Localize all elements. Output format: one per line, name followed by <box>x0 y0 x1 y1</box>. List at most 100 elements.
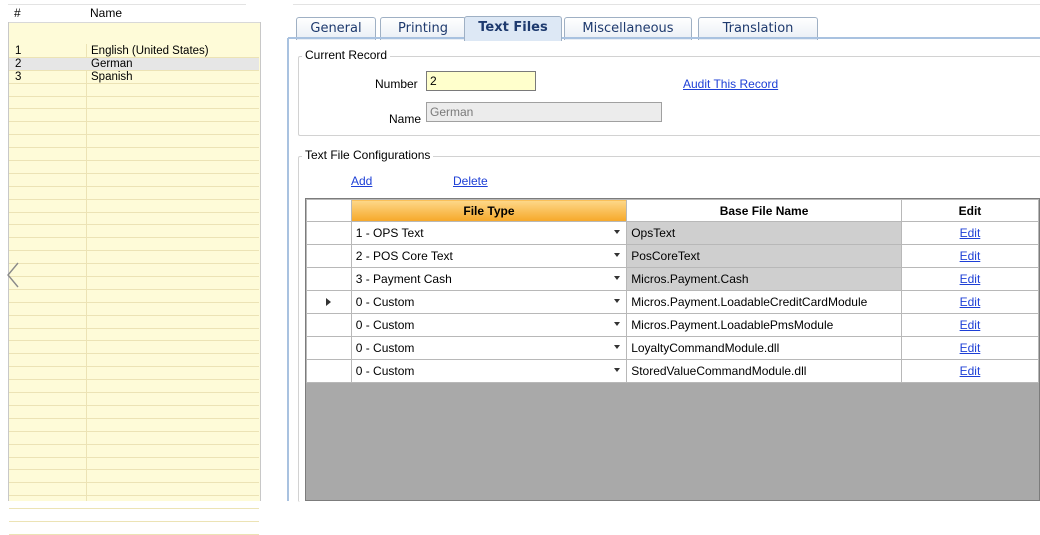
edit-link[interactable]: Edit <box>960 318 981 332</box>
base-file-name-cell[interactable]: Micros.Payment.Cash <box>626 267 902 291</box>
edit-link[interactable]: Edit <box>960 295 981 309</box>
dropdown-arrow-icon[interactable] <box>614 299 621 303</box>
file-type-dropdown[interactable]: 0 - Custom <box>350 336 628 360</box>
list-item[interactable] <box>9 109 259 123</box>
file-type-dropdown[interactable]: 0 - Custom <box>350 313 628 337</box>
file-type-dropdown[interactable]: 0 - Custom <box>350 359 628 383</box>
list-item[interactable] <box>9 496 259 510</box>
list-item[interactable] <box>9 470 259 484</box>
row-selector[interactable] <box>306 221 352 245</box>
file-type-dropdown[interactable]: 3 - Payment Cash <box>350 267 628 291</box>
list-item[interactable] <box>9 522 259 535</box>
dropdown-arrow-icon[interactable] <box>614 345 621 349</box>
number-field[interactable]: 2 <box>426 71 536 91</box>
list-item[interactable] <box>9 458 259 471</box>
base-file-name-cell[interactable]: OpsText <box>626 221 902 245</box>
edit-link[interactable]: Edit <box>960 341 981 355</box>
list-item[interactable] <box>9 367 259 381</box>
list-item[interactable] <box>9 329 259 342</box>
list-item[interactable]: 1 English (United States) <box>9 45 259 58</box>
row-selector[interactable] <box>306 359 352 383</box>
list-item[interactable] <box>9 213 259 226</box>
delete-link[interactable]: Delete <box>453 174 488 188</box>
column-header-file-type[interactable]: File Type <box>350 199 628 222</box>
dropdown-arrow-icon[interactable] <box>614 322 621 326</box>
edit-link[interactable]: Edit <box>960 226 981 240</box>
dropdown-arrow-icon[interactable] <box>614 253 621 257</box>
list-item[interactable] <box>9 290 259 303</box>
file-type-dropdown[interactable]: 2 - POS Core Text <box>350 244 628 268</box>
table-row[interactable]: 1 - OPS Text OpsText Edit <box>306 221 1039 245</box>
collapse-panel-icon[interactable] <box>6 262 20 288</box>
list-item[interactable] <box>9 303 259 316</box>
edit-link[interactable]: Edit <box>960 272 981 286</box>
list-item[interactable] <box>9 84 259 97</box>
row-selector[interactable] <box>306 244 352 268</box>
row-selector[interactable] <box>306 267 352 291</box>
list-item[interactable] <box>9 264 259 278</box>
list-item[interactable] <box>9 380 259 394</box>
edit-link[interactable]: Edit <box>960 364 981 378</box>
column-header-edit[interactable]: Edit <box>900 199 1039 222</box>
number-label: Number <box>375 77 418 91</box>
base-file-name-cell[interactable]: LoyaltyCommandModule.dll <box>626 336 902 360</box>
list-item[interactable] <box>9 354 259 368</box>
table-row[interactable]: 2 - POS Core Text PosCoreText Edit <box>306 244 1039 268</box>
name-field[interactable]: German <box>426 102 662 122</box>
list-item[interactable] <box>9 419 259 432</box>
table-row[interactable]: 0 - Custom StoredValueCommandModule.dll Ed… <box>306 359 1039 383</box>
list-item[interactable] <box>9 316 259 329</box>
list-item[interactable]: 2 German <box>9 57 259 71</box>
list-item[interactable] <box>9 238 259 252</box>
list-item[interactable] <box>9 277 259 290</box>
list-item[interactable] <box>9 432 259 445</box>
table-row[interactable]: 3 - Payment Cash Micros.Payment.Cash Edit <box>306 267 1039 291</box>
list-item[interactable] <box>9 393 259 406</box>
list-item[interactable] <box>9 187 259 200</box>
grid-row-selector-header <box>306 199 352 222</box>
list-item[interactable] <box>9 97 259 110</box>
column-header-base-file-name[interactable]: Base File Name <box>626 199 902 222</box>
list-header-id[interactable]: # <box>14 6 21 20</box>
audit-record-link[interactable]: Audit This Record <box>683 77 778 91</box>
dropdown-arrow-icon[interactable] <box>614 276 621 280</box>
list-item[interactable] <box>9 509 259 522</box>
list-item[interactable] <box>9 225 259 239</box>
list-item[interactable] <box>9 122 259 136</box>
base-file-name-cell[interactable]: PosCoreText <box>626 244 902 268</box>
row-selector[interactable] <box>306 290 352 314</box>
table-row[interactable]: 0 - Custom Micros.Payment.LoadablePmsModu… <box>306 313 1039 337</box>
base-file-name-cell[interactable]: Micros.Payment.LoadableCreditCardModule <box>626 290 902 314</box>
edit-link[interactable]: Edit <box>960 249 981 263</box>
list-item[interactable]: 3 Spanish <box>9 71 259 84</box>
list-item[interactable] <box>9 135 259 149</box>
list-item[interactable] <box>9 174 259 187</box>
list-header-name[interactable]: Name <box>90 6 122 20</box>
file-type-dropdown[interactable]: 0 - Custom <box>350 290 628 314</box>
list-item-id: 1 <box>15 45 22 57</box>
list-item[interactable] <box>9 200 259 213</box>
list-item[interactable] <box>9 341 259 355</box>
dropdown-arrow-icon[interactable] <box>614 230 621 234</box>
tab-text-files[interactable]: Text Files <box>464 16 562 41</box>
list-item[interactable] <box>9 445 259 458</box>
list-header <box>9 22 260 23</box>
file-type-dropdown[interactable]: 1 - OPS Text <box>350 221 628 245</box>
add-link[interactable]: Add <box>351 174 372 188</box>
list-body[interactable]: 1 English (United States) 2 German 3 Spanish <box>9 45 259 535</box>
row-selector[interactable] <box>306 313 352 337</box>
list-item[interactable] <box>9 251 259 265</box>
list-item[interactable] <box>9 483 259 497</box>
list-item[interactable] <box>9 406 259 419</box>
base-file-name-cell[interactable]: StoredValueCommandModule.dll <box>626 359 902 383</box>
text-file-grid[interactable]: File Type Base File Name Edit 1 - OPS Te… <box>305 198 1040 501</box>
table-row[interactable]: 0 - Custom LoyaltyCommandModule.dll Edit <box>306 336 1039 360</box>
base-file-name-cell[interactable]: Micros.Payment.LoadablePmsModule <box>626 313 902 337</box>
list-item[interactable] <box>9 161 259 174</box>
list-item[interactable] <box>9 148 259 162</box>
row-selector[interactable] <box>306 336 352 360</box>
edit-cell: Edit <box>900 244 1039 268</box>
dropdown-arrow-icon[interactable] <box>614 368 621 372</box>
table-row[interactable]: 0 - Custom Micros.Payment.LoadableCreditC… <box>306 290 1039 314</box>
list-item-name: Spanish <box>91 70 133 83</box>
